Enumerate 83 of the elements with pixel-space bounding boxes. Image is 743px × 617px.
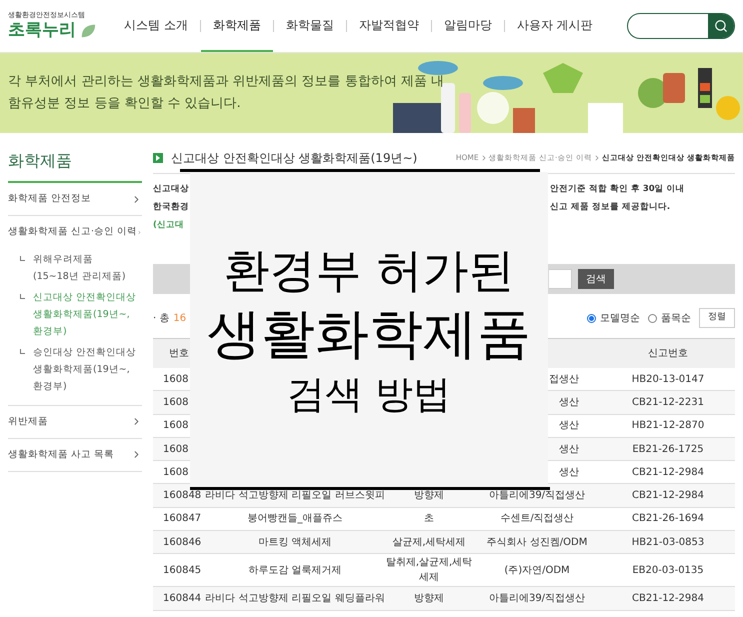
table-cell: 라비다 석고방향제 리필오일 러브스윗피 [205,490,385,502]
search-submit-button[interactable]: 검색 [578,269,614,289]
table-cell: 아틀리에39/직접생산 [488,490,586,502]
table-cell: 주식회사 성진켐/ODM [486,536,588,548]
table-cell: 방향제 [414,593,444,604]
table-cell: HB21-12-2870 [632,420,704,432]
intro-text: 한국환경 [153,202,189,212]
search-field[interactable] [627,13,735,39]
table-cell: CB21-12-2231 [632,396,704,408]
table-cell: EB21-26-1725 [632,444,704,455]
intro-link[interactable]: (신고대 [153,220,184,230]
sort-radio[interactable] [587,314,596,322]
table-cell: 생산 [559,396,579,408]
title-marker-icon [153,153,163,163]
column-header: 신고번호 [648,348,688,359]
sort-radio[interactable] [648,314,657,322]
tree-branch-icon [20,256,25,260]
table-cell: HB20-13-0147 [632,374,704,385]
table-cell: 1608 [163,374,188,385]
sidebar-subitem[interactable]: 위해우려제품 (15~18년 관리제품) [33,250,126,284]
overlay-title: 생활화학제품 [207,306,531,360]
table-cell: 생산 [559,420,579,432]
sidebar-item[interactable]: 생활화학제품 신고·승인 이력 [8,216,142,248]
table-cell: 접생산 [549,374,579,385]
table-cell: 하루도감 얼룩제거제 [248,564,342,576]
table-cell: 1608 [163,420,188,432]
sidebar-subitem[interactable]: 승인대상 안전확인대상 생활화학제품(19년~, 환경부) [33,344,136,394]
column-header: 번호 [169,348,189,359]
leaf-icon [80,22,96,38]
overlay-title: 환경부 허가된 [224,246,514,292]
table-cell: 1608 [163,466,188,478]
table-cell: 붕어빵캔들_애플쥬스 [248,513,342,524]
table-cell: 수센트/직접생산 [500,513,574,524]
table-cell: CB21-12-2984 [632,593,704,604]
table-cell: CB21-26-1694 [632,513,704,524]
sidebar-item[interactable]: 화학제품 안전정보 [8,183,142,216]
table-cell: 생산 [559,444,579,455]
table-cell: 160846 [163,536,202,548]
keyword-input[interactable] [549,269,572,289]
table-cell: 아틀리에39/직접생산 [488,593,586,604]
table-cell: 160848 [163,490,202,502]
table-cell: 160847 [163,513,202,524]
count-label: · 총 [153,312,170,326]
table-cell: 1608 [163,396,188,408]
table-cell: 살균제,세탁세제 [392,536,466,548]
nav-tab[interactable]: 화학물질 [274,0,346,52]
table-cell: 160845 [163,564,202,576]
table-cell: 마트킹 액체세제 [258,536,332,548]
overlay-title: 검색 방법 [286,374,452,412]
logo-text[interactable]: 초록누리 [8,20,76,42]
sidebar-item[interactable]: 위반제품 [8,406,142,438]
table-cell: 초 [424,513,434,524]
page-title: 신고대상 안전확인대상 생활화학제품(19년~) [171,150,418,167]
intro-text: 안전기준 적합 확인 후 30일 이내 [550,183,685,196]
nav-tab[interactable]: 시스템 소개 [112,0,200,52]
intro-text: 신고대상 [153,184,189,194]
nav-tab[interactable]: 사용자 게시판 [504,0,605,52]
table-cell: EB20-03-0135 [632,564,704,576]
intro-text: 신고 제품 정보를 제공합니다. [550,201,670,214]
table-cell: 160844 [163,593,202,604]
search-button[interactable] [708,14,734,38]
tree-branch-icon [20,348,25,354]
table-cell: 방향제 [414,490,444,502]
table-cell: CB21-12-2984 [632,466,704,478]
search-icon [714,19,728,33]
banner-text: 각 부처에서 관리하는 생활화학제품과 위반제품의 정보를 통합하여 제품 내 함유성분 정보 등을 확인할 수 있습니다. [8,73,444,113]
table-cell: 생산 [559,466,579,478]
table-cell: HB21-03-0853 [632,536,704,548]
nav-tab[interactable]: 알림마당 [432,0,504,52]
sort-option-label[interactable]: 품목순 [661,310,691,326]
table-cell: (주)자연/ODM [504,564,570,576]
table-cell: 라비다 석고방향제 리필오일 웨딩플라워 [205,593,385,604]
sort-option-label[interactable]: 모델명순 [600,310,640,326]
nav-tab[interactable]: 자발적협약 [346,0,431,52]
sort-button[interactable]: 정렬 [699,308,735,328]
tree-branch-icon [20,294,25,298]
table-cell: 1608 [163,444,188,455]
table-cell: CB21-12-2984 [632,490,704,502]
count-value: 16 [173,312,186,326]
sidebar-title: 화학제품 [8,149,142,183]
table-cell: 탈취제,살균제,세탁 세제 [386,557,472,584]
sidebar-item[interactable]: 생활화학제품 사고 목록 [8,438,142,471]
sidebar-subitem[interactable]: 신고대상 안전확인대상 생활화학제품(19년~, 환경부) [33,288,136,340]
